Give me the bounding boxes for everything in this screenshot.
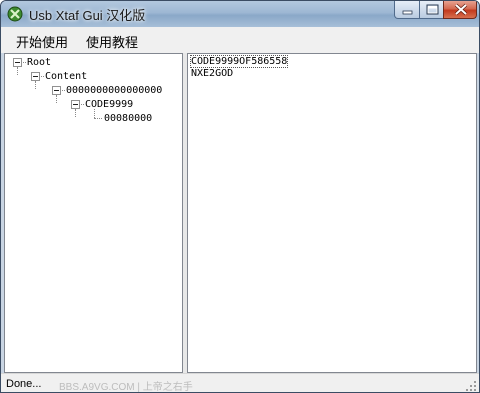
window-title: Usb Xtaf Gui 汉化版 [29, 8, 146, 23]
minimize-button[interactable] [394, 1, 420, 19]
watermark: BBS.A9VG.COM | 上帝之右手 [59, 382, 193, 393]
close-icon [454, 3, 468, 16]
menu-bar: 开始使用 使用教程 [1, 27, 479, 53]
tree-node-content[interactable]: Content [45, 71, 87, 83]
tree-connector [94, 118, 102, 119]
status-bar: Done... BBS.A9VG.COM | 上帝之右手 [1, 373, 479, 393]
menu-start[interactable]: 开始使用 [16, 32, 68, 51]
minimize-icon [402, 10, 413, 15]
list-item[interactable]: CODE9999OF586558 [189, 55, 289, 68]
menu-tutorial[interactable]: 使用教程 [86, 32, 138, 51]
tree-node-root[interactable]: Root [27, 57, 51, 69]
tree-node-profile[interactable]: 0000000000000000 [66, 85, 162, 97]
maximize-button[interactable] [419, 1, 444, 19]
tree-connector [17, 67, 18, 75]
app-icon [7, 6, 23, 22]
collapse-icon[interactable] [71, 100, 80, 109]
title-bar[interactable]: Usb Xtaf Gui 汉化版 [1, 1, 479, 27]
resize-grip-icon[interactable] [465, 380, 477, 392]
tree-node-00080000[interactable]: 00080000 [104, 113, 152, 125]
maximize-icon [426, 4, 439, 15]
tree-connector [75, 109, 76, 117]
tree-connector [56, 95, 57, 103]
collapse-icon[interactable] [31, 72, 40, 81]
tree-node-code9999[interactable]: CODE9999 [85, 99, 133, 111]
folder-tree[interactable]: Root Content 0000000000000000 CODE9999 0… [4, 53, 183, 373]
content-list[interactable]: CODE9999OF586558 NXE2GOD [187, 53, 477, 373]
collapse-icon[interactable] [52, 86, 61, 95]
collapse-icon[interactable] [13, 58, 22, 67]
tree-connector [35, 81, 36, 89]
status-text: Done... [6, 378, 42, 390]
app-window: Usb Xtaf Gui 汉化版 开始使用 使用教程 Root Content … [0, 0, 480, 393]
list-item[interactable]: NXE2GOD [191, 68, 233, 79]
close-button[interactable] [443, 1, 477, 19]
